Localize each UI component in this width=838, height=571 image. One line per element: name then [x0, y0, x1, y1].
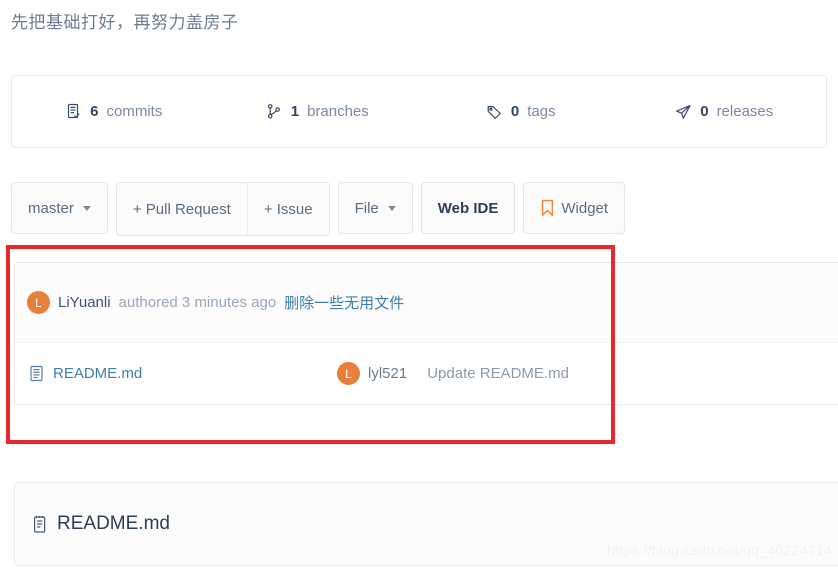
file-commit-message[interactable]: Update README.md	[427, 365, 569, 382]
stat-tags[interactable]: 0 tags	[419, 103, 623, 121]
avatar[interactable]: L	[27, 291, 50, 314]
file-menu-button[interactable]: File	[337, 182, 413, 234]
stat-tags-count: 0	[510, 103, 520, 120]
branch-icon	[266, 103, 283, 121]
file-menu-label: File	[354, 199, 379, 217]
commit-author[interactable]: LiYuanli	[58, 294, 111, 311]
avatar[interactable]: L	[337, 362, 360, 385]
stat-releases[interactable]: 0 releases	[623, 103, 827, 121]
file-list-card: L LiYuanli authored 3 minutes ago 删除一些无用…	[14, 262, 838, 405]
file-commit-info: L lyl521 Update README.md	[337, 362, 569, 385]
repo-description: 先把基础打好，再努力盖房子	[11, 13, 239, 32]
stat-branches-count: 1	[290, 103, 300, 120]
tag-icon	[486, 103, 503, 121]
file-name-link[interactable]: README.md	[53, 365, 142, 382]
table-row[interactable]: README.md L lyl521 Update README.md	[15, 343, 838, 404]
file-icon	[29, 365, 44, 382]
stat-commits-label: commits	[106, 103, 163, 120]
latest-commit-row: L LiYuanli authored 3 minutes ago 删除一些无用…	[15, 263, 838, 343]
watermark: https://blog.csdn.net/qq_40224714	[607, 542, 832, 558]
repository-page: 先把基础打好，再努力盖房子 6 commits 1 branches 0 tag…	[0, 0, 838, 571]
chevron-down-icon	[387, 205, 396, 211]
stat-releases-count: 0	[700, 103, 709, 120]
pr-issue-button-group: + Pull Request + Issue	[115, 182, 330, 236]
release-icon	[675, 103, 692, 121]
file-commit-author[interactable]: lyl521	[368, 365, 407, 382]
stat-branches-label: branches	[307, 103, 369, 120]
branch-selector-label: master	[28, 199, 74, 217]
bookmark-icon	[540, 199, 555, 217]
stat-releases-label: releases	[716, 103, 774, 120]
widget-button[interactable]: Widget	[523, 182, 626, 234]
stat-tags-label: tags	[527, 103, 556, 120]
repo-toolbar: master + Pull Request + Issue File Web I…	[11, 182, 626, 236]
stat-branches[interactable]: 1 branches	[216, 103, 420, 121]
web-ide-button[interactable]: Web IDE	[420, 182, 516, 234]
repo-stats-bar: 6 commits 1 branches 0 tags 0 releases	[11, 75, 827, 148]
stat-commits[interactable]: 6 commits	[12, 103, 216, 121]
commits-icon	[65, 103, 82, 121]
new-issue-button[interactable]: + Issue	[246, 183, 329, 235]
chevron-down-icon	[82, 205, 91, 211]
commit-timestamp: authored 3 minutes ago	[118, 294, 277, 311]
commit-message-link[interactable]: 删除一些无用文件	[284, 292, 404, 313]
branch-selector-button[interactable]: master	[11, 182, 108, 234]
readme-panel-title: README.md	[57, 513, 170, 534]
stat-commits-count: 6	[90, 103, 99, 120]
new-pull-request-button[interactable]: + Pull Request	[117, 183, 247, 235]
readme-icon	[32, 515, 48, 534]
widget-label: Widget	[561, 199, 609, 217]
